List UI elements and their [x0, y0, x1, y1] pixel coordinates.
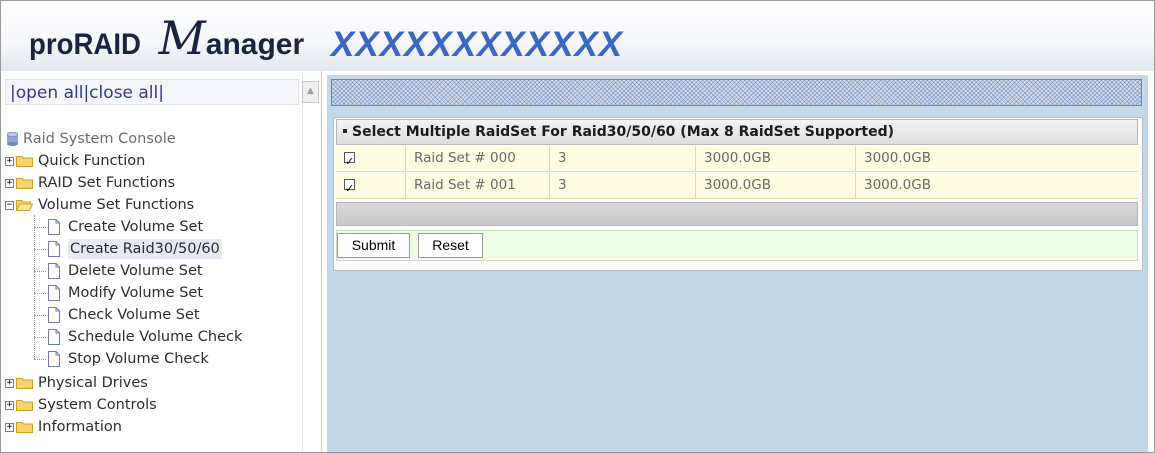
sidebar: |open all|close all| ▲ Raid System Conso… [1, 71, 322, 452]
expand-icon[interactable]: + [5, 378, 14, 388]
folder-icon [16, 377, 33, 389]
sidebar-item-label: Information [38, 419, 122, 435]
sidebar-item-label: Check Volume Set [68, 307, 200, 323]
content-toolbar [331, 79, 1142, 106]
table-row: Raid Set # 001 3 3000.0GB 3000.0GB [336, 173, 1138, 201]
reset-button[interactable]: Reset [418, 233, 483, 258]
header-banner: proRAID M anager XXXXXXXXXXXX [1, 1, 1154, 71]
sidebar-item-label: Delete Volume Set [68, 263, 203, 279]
disk-count: 3 [550, 146, 696, 171]
main-content: Select Multiple RaidSet For Raid30/50/60… [327, 75, 1148, 452]
model-name: XXXXXXXXXXXX [331, 25, 624, 64]
submit-button[interactable]: Submit [337, 233, 410, 258]
sidebar-item-delete-volume-set[interactable]: Delete Volume Set [34, 261, 203, 281]
folder-icon [16, 399, 33, 411]
page-icon [47, 351, 61, 367]
sidebar-item-label-selected: Create Raid30/50/60 [68, 239, 222, 259]
checkbox-cell [336, 173, 406, 201]
sidebar-item-label: Create Volume Set [68, 219, 204, 235]
open-close-bar: |open all|close all| [5, 79, 299, 105]
total-capacity: 3000.0GB [696, 146, 856, 171]
raidset-name: Raid Set # 000 [406, 146, 550, 171]
separator: | [158, 83, 164, 103]
tree-branch [34, 292, 46, 294]
sidebar-item-label: Quick Function [38, 153, 146, 169]
brand-pro: proRAID [29, 28, 141, 61]
sidebar-item-physical-drives[interactable]: + Physical Drives [5, 373, 148, 393]
database-icon [7, 132, 18, 146]
collapse-icon[interactable]: − [5, 200, 14, 210]
sidebar-item-volume-set-functions[interactable]: − Volume Set Functions [5, 195, 194, 215]
tree-branch [34, 248, 46, 250]
scroll-up-arrow-icon[interactable]: ▲ [302, 81, 319, 103]
expand-icon[interactable]: + [5, 156, 14, 166]
free-capacity: 3000.0GB [864, 177, 931, 193]
page-icon [47, 241, 61, 257]
sidebar-item-label: RAID Set Functions [38, 175, 176, 191]
expand-icon[interactable]: + [5, 422, 14, 432]
sidebar-item-label: Physical Drives [38, 375, 148, 391]
spacer-bar [336, 202, 1138, 226]
panel-title: Select Multiple RaidSet For Raid30/50/60… [336, 119, 1138, 145]
sidebar-scrollbar[interactable]: ▲ [302, 71, 321, 452]
raidset-checkbox[interactable] [344, 149, 355, 174]
sidebar-item-create-raid30-50-60[interactable]: Create Raid30/50/60 [34, 239, 222, 259]
expand-icon[interactable]: + [5, 400, 14, 410]
sidebar-item-label: Stop Volume Check [68, 351, 209, 367]
sidebar-item-label: Volume Set Functions [38, 197, 195, 213]
tree-branch [34, 270, 46, 272]
page-icon [47, 219, 61, 235]
sidebar-item-check-volume-set[interactable]: Check Volume Set [34, 305, 200, 325]
tree-root[interactable]: Raid System Console [7, 129, 176, 149]
sidebar-item-raid-set-functions[interactable]: + RAID Set Functions [5, 173, 175, 193]
close-all-link[interactable]: close all [89, 83, 158, 103]
disk-count: 3 [550, 173, 696, 198]
raidset-checkbox[interactable] [344, 176, 355, 201]
button-row: Submit Reset [336, 230, 1138, 261]
sidebar-item-system-controls[interactable]: + System Controls [5, 395, 157, 415]
total-capacity: 3000.0GB [696, 173, 856, 198]
expand-icon[interactable]: + [5, 178, 14, 188]
tree-branch [34, 336, 46, 338]
panel-title-text: Select Multiple RaidSet For Raid30/50/60… [352, 124, 895, 140]
sidebar-item-modify-volume-set[interactable]: Modify Volume Set [34, 283, 203, 303]
page-icon [47, 307, 61, 323]
raidset-select-panel: Select Multiple RaidSet For Raid30/50/60… [333, 117, 1143, 271]
raidset-name: Raid Set # 001 [406, 173, 550, 198]
page-icon [47, 285, 61, 301]
tree-branch [34, 358, 46, 360]
folder-icon [16, 421, 33, 433]
sidebar-item-create-volume-set[interactable]: Create Volume Set [34, 217, 203, 237]
sidebar-item-label: Modify Volume Set [68, 285, 204, 301]
free-capacity: 3000.0GB [864, 150, 931, 166]
bullet-icon [343, 129, 347, 133]
checkbox-cell [336, 146, 406, 174]
folder-icon [16, 177, 33, 189]
open-folder-icon [16, 199, 33, 211]
tree-branch [34, 226, 46, 228]
sidebar-item-label: System Controls [38, 397, 157, 413]
page-icon [47, 263, 61, 279]
table-row: Raid Set # 000 3 3000.0GB 3000.0GB [336, 146, 1138, 174]
open-all-link[interactable]: open all [16, 83, 84, 103]
sidebar-item-information[interactable]: + Information [5, 417, 122, 437]
sidebar-item-label: Schedule Volume Check [68, 329, 243, 345]
sidebar-item-stop-volume-check[interactable]: Stop Volume Check [34, 349, 209, 369]
sidebar-item-quick-function[interactable]: + Quick Function [5, 151, 145, 171]
folder-icon [16, 155, 33, 167]
brand-m: M [158, 11, 206, 65]
sidebar-item-schedule-volume-check[interactable]: Schedule Volume Check [34, 327, 242, 347]
app-window: proRAID M anager XXXXXXXXXXXX |open all|… [0, 0, 1155, 453]
brand-anager: anager [205, 28, 305, 61]
page-icon [47, 329, 61, 345]
brand-logo: proRAID M anager [29, 11, 305, 67]
tree-branch [34, 314, 46, 316]
tree-root-label: Raid System Console [23, 131, 176, 147]
